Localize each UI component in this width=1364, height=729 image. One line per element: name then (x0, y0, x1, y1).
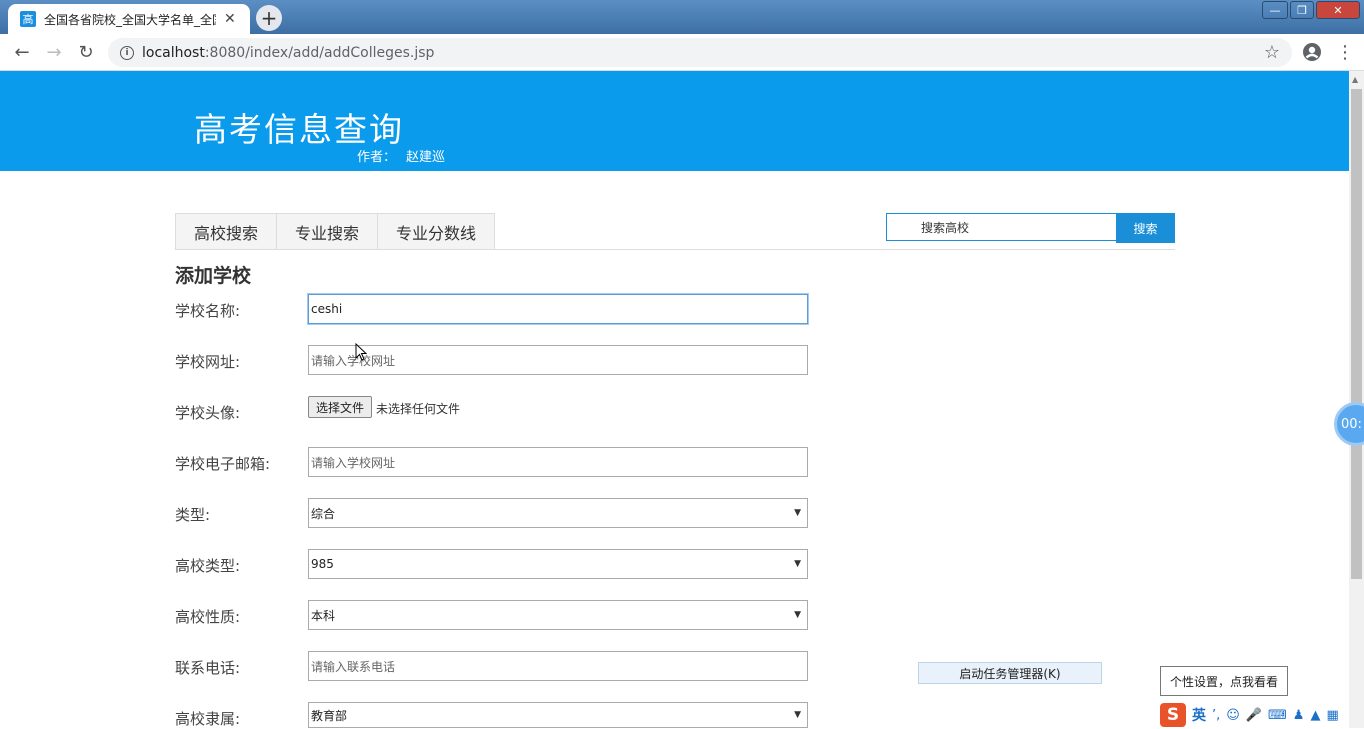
college-type-value: 985 (311, 557, 334, 571)
new-tab-button[interactable]: + (256, 5, 282, 31)
search-button[interactable]: 搜索 (1116, 213, 1175, 243)
user-icon[interactable]: ♟ (1293, 708, 1305, 723)
tab-major-score[interactable]: 专业分数线 (377, 213, 496, 250)
author-name[interactable]: 赵建巡 (406, 150, 445, 165)
profile-avatar-icon[interactable] (1300, 41, 1324, 63)
affiliation-value: 教育部 (311, 708, 348, 723)
scrollbar-thumb[interactable] (1351, 89, 1362, 579)
dropdown-arrow-icon: ▼ (794, 610, 801, 620)
main-nav-tabs: 高校搜索 专业搜索 专业分数线 (175, 213, 496, 250)
menu-kebab-icon[interactable]: ⋮ (1333, 41, 1357, 63)
choose-file-button[interactable]: 选择文件 (308, 396, 372, 418)
author-label: 作者： (357, 150, 397, 165)
form-title: 添加学校 (175, 265, 252, 287)
floating-timer-widget[interactable]: 00: (1334, 402, 1364, 446)
site-title: 高考信息查询 (194, 110, 404, 149)
url-text: localhost:8080/index/add/addColleges.jsp (142, 44, 435, 61)
college-search-input[interactable]: 搜索高校 (886, 213, 1117, 241)
dropdown-arrow-icon: ▼ (794, 508, 801, 518)
college-type-label: 高校类型: (175, 557, 241, 575)
address-bar[interactable]: i localhost:8080/index/add/addColleges.j… (108, 38, 1292, 67)
nature-select[interactable]: 本科 ▼ (308, 600, 808, 630)
nature-label: 高校性质: (175, 608, 241, 626)
affiliation-select[interactable]: 教育部 ▼ (308, 702, 808, 728)
avatar-label: 学校头像: (175, 404, 241, 422)
ime-tooltip[interactable]: 个性设置，点我看看 (1160, 666, 1288, 696)
microphone-icon[interactable]: 🎤 (1246, 708, 1262, 723)
page-scrollbar[interactable]: ▲ (1349, 71, 1364, 728)
site-header: 高考信息查询 作者： 赵建巡 (0, 71, 1349, 171)
phone-input[interactable]: 请输入联系电话 (308, 651, 808, 681)
back-arrow-icon[interactable]: ← (10, 41, 34, 63)
affiliation-label: 高校隶属: (175, 710, 241, 728)
dropdown-arrow-icon: ▼ (794, 710, 801, 720)
school-name-input[interactable]: ceshi (308, 294, 808, 324)
browser-toolbar: ← → ↻ i localhost:8080/index/add/addColl… (0, 34, 1364, 71)
scroll-up-icon[interactable]: ▲ (1352, 75, 1358, 84)
close-window-button[interactable]: ✕ (1316, 1, 1360, 19)
file-status-text: 未选择任何文件 (376, 402, 461, 416)
info-icon[interactable]: i (120, 45, 134, 60)
forward-arrow-icon[interactable]: → (42, 41, 66, 63)
punctuation-icon[interactable]: ’, (1212, 708, 1220, 723)
ime-toolbar: S 英 ’, ☺ 🎤 ⌨ ♟ ▲ ▦ (1160, 702, 1349, 728)
school-email-input[interactable]: 请输入学校网址 (308, 447, 808, 477)
nature-value: 本科 (311, 608, 336, 623)
skin-shirt-icon[interactable]: ▲ (1310, 708, 1320, 723)
emoji-icon[interactable]: ☺ (1226, 708, 1240, 723)
name-label: 学校名称: (175, 302, 241, 320)
browser-tab[interactable]: 高 全国各省院校_全国大学名单_全国 ✕ (8, 4, 250, 34)
tab-major-search[interactable]: 专业搜索 (276, 213, 379, 250)
school-website-input[interactable]: 请输入学校网址 (308, 345, 808, 375)
browser-tab-bar: 高 全国各省院校_全国大学名单_全国 ✕ + — ❐ ✕ (0, 0, 1364, 34)
college-type-select[interactable]: 985 ▼ (308, 549, 808, 579)
grid-menu-icon[interactable]: ▦ (1326, 708, 1338, 723)
minimize-button[interactable]: — (1262, 1, 1288, 19)
bookmark-star-icon[interactable]: ☆ (1260, 41, 1284, 63)
restore-button[interactable]: ❐ (1290, 1, 1314, 19)
keyboard-icon[interactable]: ⌨ (1268, 708, 1287, 723)
tab-college-search[interactable]: 高校搜索 (175, 213, 278, 250)
ime-language-toggle[interactable]: 英 (1192, 705, 1206, 725)
tab-title: 全国各省院校_全国大学名单_全国 (44, 12, 216, 27)
phone-label: 联系电话: (175, 659, 241, 677)
sogou-logo-icon[interactable]: S (1160, 703, 1186, 727)
reload-icon[interactable]: ↻ (74, 41, 98, 63)
close-tab-icon[interactable]: ✕ (224, 11, 236, 27)
mouse-cursor-icon (355, 342, 368, 365)
category-value: 综合 (311, 506, 336, 521)
nav-divider (175, 249, 1175, 250)
dropdown-arrow-icon: ▼ (794, 559, 801, 569)
email-label: 学校电子邮箱: (175, 455, 271, 473)
context-menu-task-manager[interactable]: 启动任务管理器(K) (918, 662, 1102, 684)
category-select[interactable]: 综合 ▼ (308, 498, 808, 528)
author-line: 作者： 赵建巡 (357, 146, 445, 165)
website-label: 学校网址: (175, 353, 241, 371)
category-label: 类型: (175, 506, 211, 524)
favicon-icon: 高 (20, 11, 36, 27)
